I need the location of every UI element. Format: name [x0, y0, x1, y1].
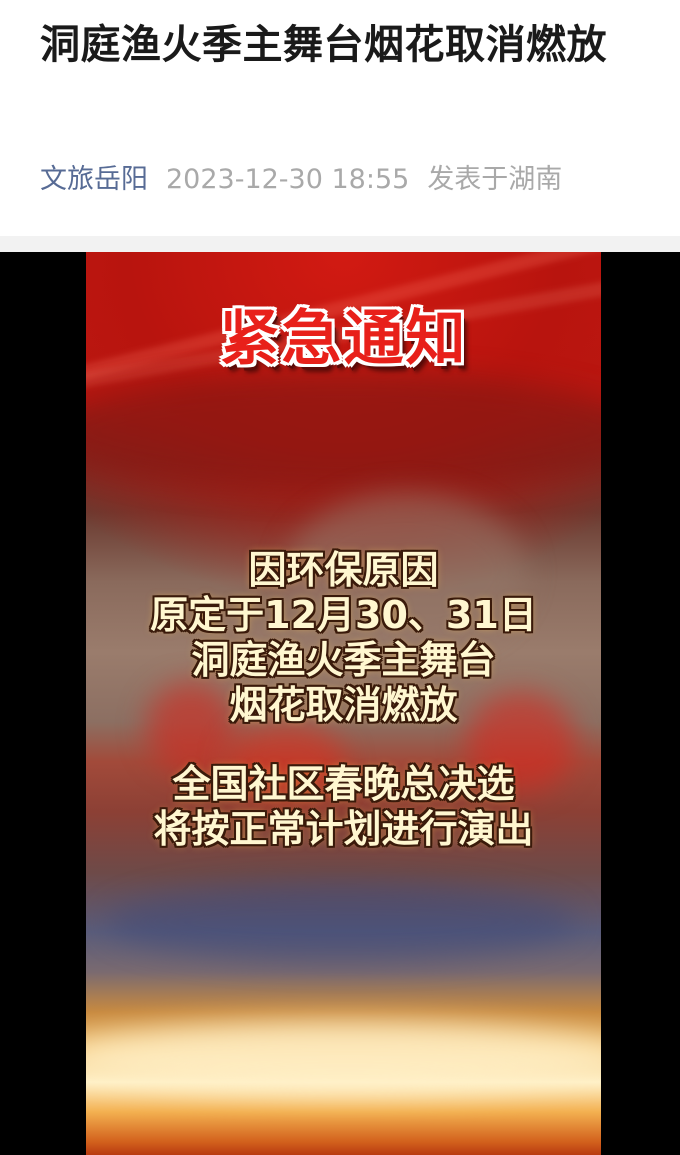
video-player[interactable]: 紧急通知 因环保原因 原定于12月30、31日 洞庭渔火季主舞台 烟花取消燃放 … — [0, 252, 680, 1155]
article-meta: 文旅岳阳 2023-12-30 18:55 发表于湖南 — [40, 160, 562, 200]
background-blur — [86, 372, 601, 492]
background-blur — [106, 882, 576, 962]
notice-line: 烟花取消燃放 — [229, 683, 458, 727]
publish-datetime: 2023-12-30 18:55 — [166, 164, 410, 195]
video-frame[interactable]: 紧急通知 因环保原因 原定于12月30、31日 洞庭渔火季主舞台 烟花取消燃放 … — [86, 252, 601, 1155]
notice-line: 将按正常计划进行演出 — [153, 807, 534, 851]
article-title: 洞庭渔火季主舞台烟花取消燃放 — [40, 22, 607, 68]
notice-line: 原定于12月30、31日 — [150, 593, 537, 637]
publish-location: 发表于湖南 — [427, 164, 563, 195]
notice-line: 全国社区春晚总决选 — [172, 762, 515, 806]
author-link[interactable]: 文旅岳阳 — [40, 164, 148, 195]
notice-spacer — [86, 728, 601, 762]
notice-headline: 紧急通知 — [219, 304, 468, 374]
section-divider — [0, 236, 680, 252]
notice-line: 因环保原因 — [248, 548, 439, 592]
notice-line: 洞庭渔火季主舞台 — [191, 638, 496, 682]
notice-body: 因环保原因 原定于12月30、31日 洞庭渔火季主舞台 烟花取消燃放 全国社区春… — [86, 548, 601, 852]
background-glow — [86, 1022, 601, 1092]
